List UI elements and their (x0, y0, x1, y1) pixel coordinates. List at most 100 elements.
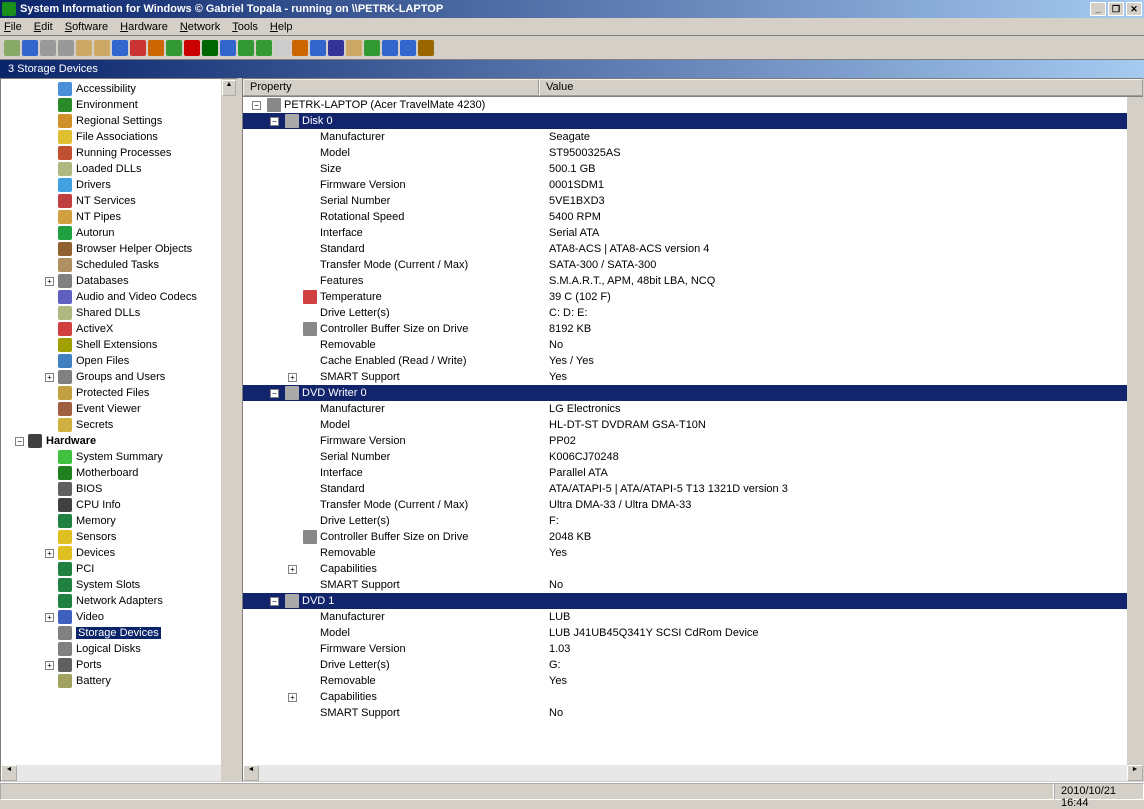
list-row[interactable]: InterfaceParallel ATA (243, 465, 1143, 481)
tree-item-bios[interactable]: BIOS (1, 481, 237, 497)
list-row[interactable]: +SMART SupportYes (243, 369, 1143, 385)
expander-icon[interactable]: − (270, 117, 279, 126)
tree-item-secrets[interactable]: Secrets (1, 417, 237, 433)
tree-item-logical-disks[interactable]: Logical Disks (1, 641, 237, 657)
list-row[interactable]: +Capabilities (243, 561, 1143, 577)
column-property[interactable]: Property (243, 79, 539, 96)
tree-item-system-slots[interactable]: System Slots (1, 577, 237, 593)
list-row[interactable]: Drive Letter(s)C: D: E: (243, 305, 1143, 321)
toolbar-button-3[interactable] (58, 40, 74, 56)
expander-icon[interactable]: − (270, 389, 279, 398)
tree-item-accessibility[interactable]: Accessibility (1, 81, 237, 97)
tree-hscroll[interactable]: ◄ ► (1, 765, 237, 781)
tree-item-battery[interactable]: Battery (1, 673, 237, 689)
list-row[interactable]: Transfer Mode (Current / Max)Ultra DMA-3… (243, 497, 1143, 513)
toolbar-button-19[interactable] (346, 40, 362, 56)
list-row[interactable]: FeaturesS.M.A.R.T., APM, 48bit LBA, NCQ (243, 273, 1143, 289)
maximize-button[interactable]: ❐ (1108, 2, 1124, 16)
list-row[interactable]: Rotational Speed5400 RPM (243, 209, 1143, 225)
tree-item-cpu-info[interactable]: CPU Info (1, 497, 237, 513)
menu-help[interactable]: Help (270, 21, 293, 33)
tree-item-storage-devices[interactable]: Storage Devices (1, 625, 237, 641)
toolbar-button-1[interactable] (22, 40, 38, 56)
toolbar-button-12[interactable] (220, 40, 236, 56)
list-row[interactable]: StandardATA/ATAPI-5 | ATA/ATAPI-5 T13 13… (243, 481, 1143, 497)
expander-icon[interactable]: + (45, 661, 54, 670)
toolbar-button-21[interactable] (382, 40, 398, 56)
tree-item-ports[interactable]: +Ports (1, 657, 237, 673)
list-row[interactable]: RemovableYes (243, 545, 1143, 561)
tree-item-running-processes[interactable]: Running Processes (1, 145, 237, 161)
menu-file[interactable]: File (4, 21, 22, 33)
list-row[interactable]: Cache Enabled (Read / Write)Yes / Yes (243, 353, 1143, 369)
toolbar-button-17[interactable] (310, 40, 326, 56)
tree-item-devices[interactable]: +Devices (1, 545, 237, 561)
toolbar-button-11[interactable] (202, 40, 218, 56)
toolbar-button-20[interactable] (364, 40, 380, 56)
details-hscroll-left[interactable]: ◄ (243, 765, 259, 781)
tree-item-open-files[interactable]: Open Files (1, 353, 237, 369)
list-row[interactable]: StandardATA8-ACS | ATA8-ACS version 4 (243, 241, 1143, 257)
list-row[interactable]: Serial NumberK006CJ70248 (243, 449, 1143, 465)
tree-item-autorun[interactable]: Autorun (1, 225, 237, 241)
tree-item-loaded-dlls[interactable]: Loaded DLLs (1, 161, 237, 177)
menu-hardware[interactable]: Hardware (120, 21, 168, 33)
tree-item-system-summary[interactable]: System Summary (1, 449, 237, 465)
list-body[interactable]: −PETRK-LAPTOP (Acer TravelMate 4230)−Dis… (243, 97, 1143, 765)
tree-item-databases[interactable]: +Databases (1, 273, 237, 289)
toolbar-button-15[interactable] (274, 40, 290, 56)
list-row[interactable]: Controller Buffer Size on Drive2048 KB (243, 529, 1143, 545)
list-row[interactable]: −DVD 1 (243, 593, 1143, 609)
list-row[interactable]: Drive Letter(s)G: (243, 657, 1143, 673)
toolbar-button-2[interactable] (40, 40, 56, 56)
toolbar-button-16[interactable] (292, 40, 308, 56)
minimize-button[interactable]: _ (1090, 2, 1106, 16)
list-row[interactable]: ManufacturerLG Electronics (243, 401, 1143, 417)
toolbar-button-22[interactable] (400, 40, 416, 56)
hscroll-left[interactable]: ◄ (1, 765, 17, 781)
navigation-tree[interactable]: AccessibilityEnvironmentRegional Setting… (1, 79, 237, 765)
toolbar-button-0[interactable] (4, 40, 20, 56)
tree-item-environment[interactable]: Environment (1, 97, 237, 113)
tree-item-motherboard[interactable]: Motherboard (1, 465, 237, 481)
details-vscroll[interactable] (1127, 97, 1143, 765)
toolbar-button-10[interactable] (184, 40, 200, 56)
expander-icon[interactable]: − (15, 437, 24, 446)
toolbar-button-13[interactable] (238, 40, 254, 56)
tree-item-scheduled-tasks[interactable]: Scheduled Tasks (1, 257, 237, 273)
tree-item-memory[interactable]: Memory (1, 513, 237, 529)
list-row[interactable]: ManufacturerSeagate (243, 129, 1143, 145)
expander-icon[interactable]: + (45, 613, 54, 622)
tree-item-protected-files[interactable]: Protected Files (1, 385, 237, 401)
tree-item-drivers[interactable]: Drivers (1, 177, 237, 193)
list-row[interactable]: ModelHL-DT-ST DVDRAM GSA-T10N (243, 417, 1143, 433)
list-row[interactable]: −PETRK-LAPTOP (Acer TravelMate 4230) (243, 97, 1143, 113)
list-row[interactable]: InterfaceSerial ATA (243, 225, 1143, 241)
tree-item-event-viewer[interactable]: Event Viewer (1, 401, 237, 417)
list-row[interactable]: Serial Number5VE1BXD3 (243, 193, 1143, 209)
toolbar-button-4[interactable] (76, 40, 92, 56)
menu-tools[interactable]: Tools (232, 21, 258, 33)
tree-item-browser-helper-objects[interactable]: Browser Helper Objects (1, 241, 237, 257)
column-value[interactable]: Value (539, 79, 1143, 96)
list-row[interactable]: ModelST9500325AS (243, 145, 1143, 161)
expander-icon[interactable]: + (288, 565, 297, 574)
expander-icon[interactable]: + (45, 549, 54, 558)
toolbar-button-6[interactable] (112, 40, 128, 56)
list-row[interactable]: RemovableNo (243, 337, 1143, 353)
list-row[interactable]: Transfer Mode (Current / Max)SATA-300 / … (243, 257, 1143, 273)
details-hscroll-right[interactable]: ► (1127, 765, 1143, 781)
tree-item-shell-extensions[interactable]: Shell Extensions (1, 337, 237, 353)
tree-item-regional-settings[interactable]: Regional Settings (1, 113, 237, 129)
list-row[interactable]: Firmware VersionPP02 (243, 433, 1143, 449)
list-row[interactable]: Firmware Version0001SDM1 (243, 177, 1143, 193)
expander-icon[interactable]: − (252, 101, 261, 110)
menu-network[interactable]: Network (180, 21, 220, 33)
list-row[interactable]: SMART SupportNo (243, 577, 1143, 593)
list-row[interactable]: ModelLUB J41UB45Q341Y SCSI CdRom Device (243, 625, 1143, 641)
list-row[interactable]: RemovableYes (243, 673, 1143, 689)
expander-icon[interactable]: − (270, 597, 279, 606)
tree-scrollbar[interactable]: ▲ (221, 79, 237, 781)
tree-item-network-adapters[interactable]: Network Adapters (1, 593, 237, 609)
tree-item-video[interactable]: +Video (1, 609, 237, 625)
